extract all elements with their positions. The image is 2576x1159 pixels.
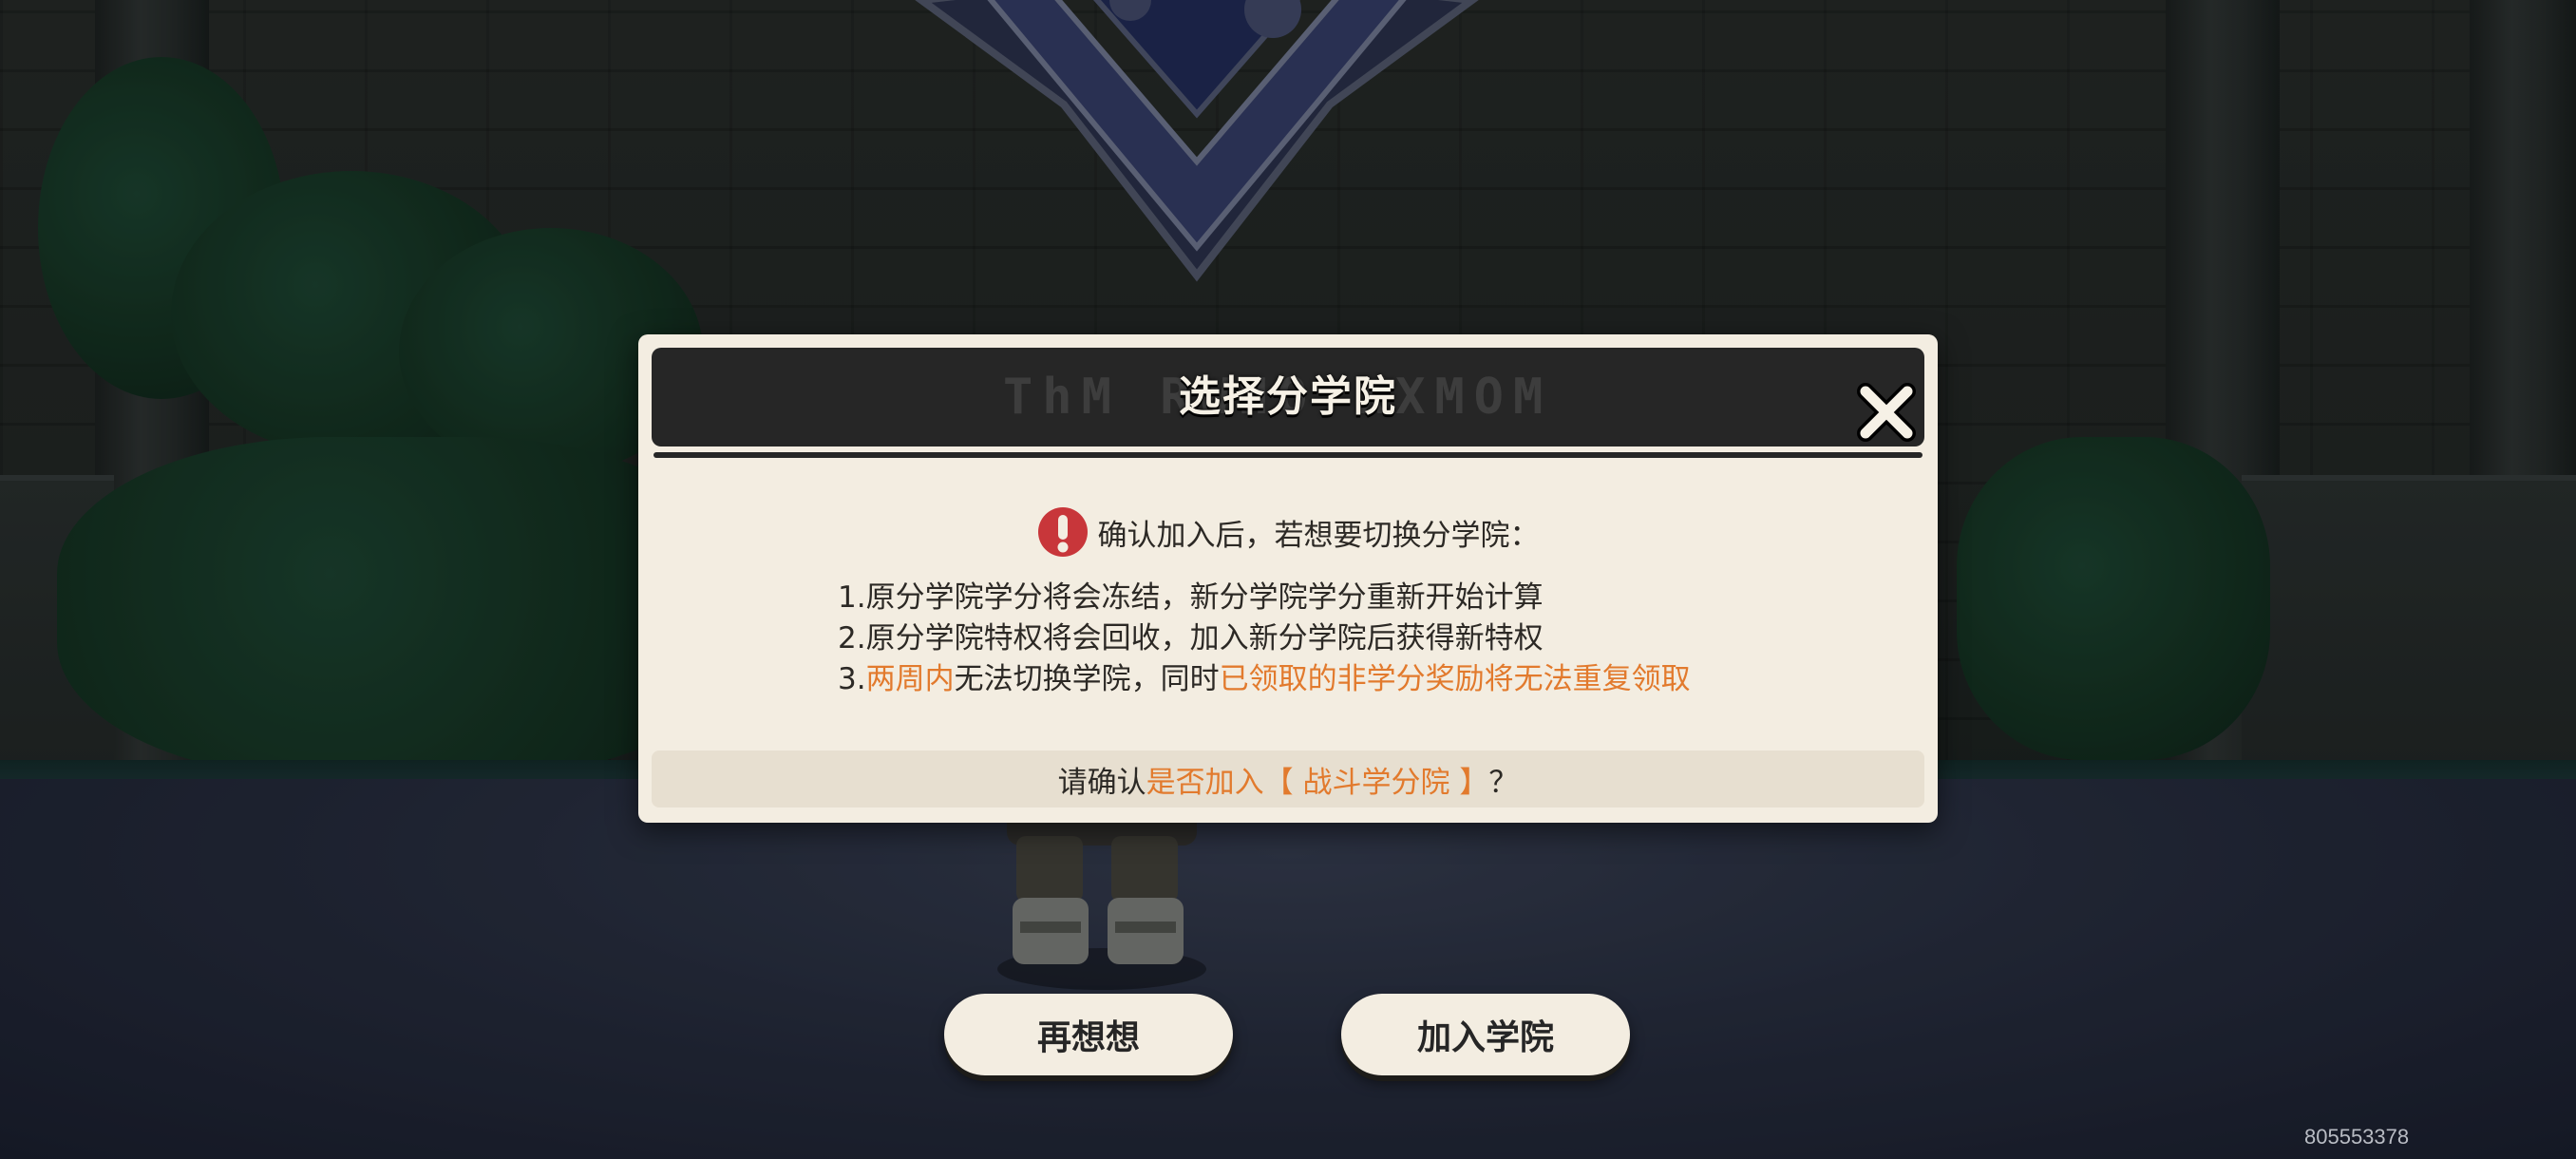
rule-3-number: 3.: [838, 662, 866, 696]
confirm-prefix: 请确认: [1057, 765, 1146, 800]
rule-3-highlight-duration: 两周内: [865, 662, 955, 696]
rules-list: 1.原分学院学分将会冻结，新分学院学分重新开始计算 2.原分学院特权将会回收，加…: [838, 578, 1883, 700]
warning-line: 确认加入后，若想要切换分学院：: [638, 504, 1938, 560]
warning-text: 确认加入后，若想要切换分学院：: [1097, 518, 1540, 553]
rule-item-1: 1.原分学院学分将会冻结，新分学院学分重新开始计算: [838, 580, 1544, 615]
choose-branch-academy-dialog: ThM RWHO XXMOM 选择分学院 确认加入后，若想要切换分学院： 1.原…: [638, 334, 1938, 823]
dialog-title: 选择分学院: [1179, 372, 1397, 421]
close-button[interactable]: [1856, 382, 1917, 443]
reconsider-button[interactable]: 再想想: [944, 994, 1233, 1075]
confirm-suffix: ？: [1488, 765, 1519, 800]
rule-3-text: 无法切换学院，同时: [954, 662, 1220, 696]
join-academy-button[interactable]: 加入学院: [1341, 994, 1630, 1075]
close-icon: [1857, 383, 1916, 442]
confirm-academy-name: 是否加入【 战斗学分院 】: [1146, 765, 1489, 800]
dialog-header: ThM RWHO XXMOM 选择分学院: [652, 348, 1924, 446]
rule-3-highlight-rewards: 已领取的非学分奖励将无法重复领取: [1219, 662, 1691, 696]
player-uid: 805553378: [2304, 1125, 2410, 1149]
rule-item-3: 3.两周内无法切换学院，同时已领取的非学分奖励将无法重复领取: [838, 659, 1883, 700]
confirm-prompt: 请确认 是否加入【 战斗学分院 】？: [652, 750, 1924, 808]
header-divider: [653, 452, 1923, 458]
rule-item-2: 2.原分学院特权将会回收，加入新分学院后获得新特权: [838, 621, 1544, 656]
exclamation-icon: [1037, 507, 1088, 557]
